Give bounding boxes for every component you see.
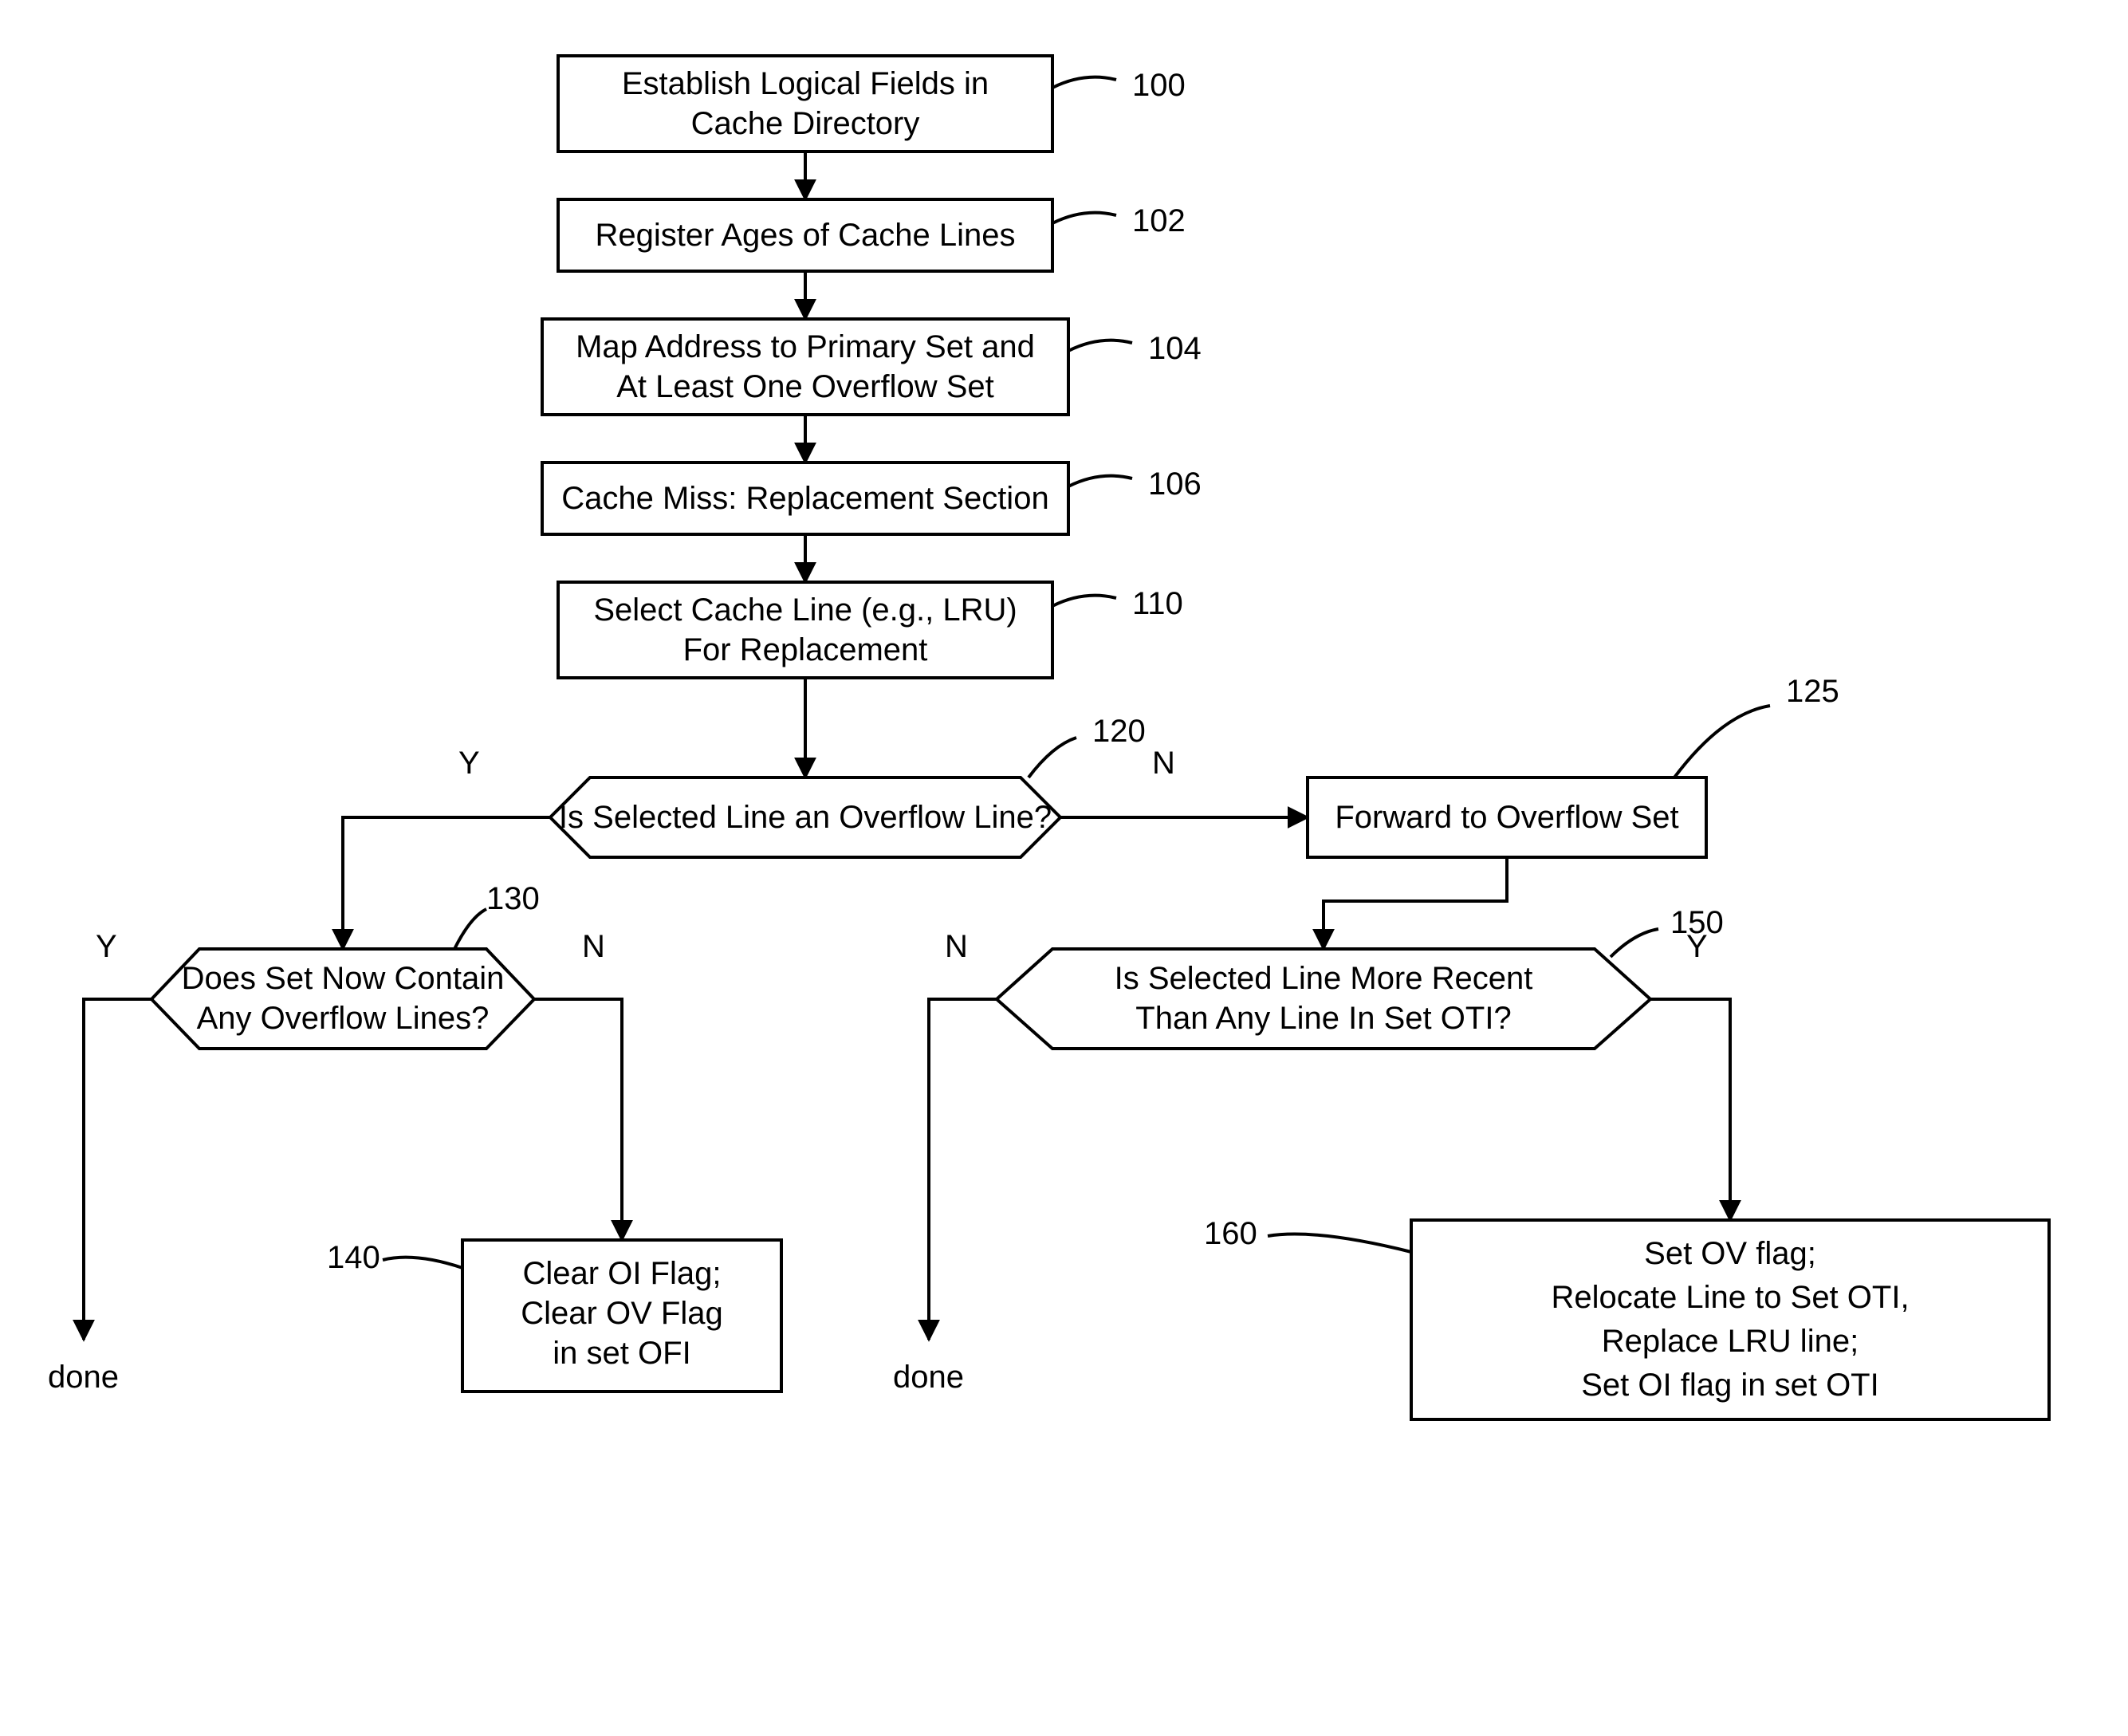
decision-150-l2: Than Any Line In Set OTI? (1135, 1001, 1511, 1036)
box-160-l4: Set OI flag in set OTI (1581, 1368, 1878, 1403)
terminal-done1: done (48, 1360, 119, 1395)
d150-y-label: Y (1686, 929, 1708, 964)
arrow-130-done (84, 999, 151, 1340)
box-104-line1: Map Address to Primary Set and (576, 329, 1035, 364)
ref-lead-125 (1674, 706, 1770, 777)
decision-130-l2: Any Overflow Lines? (197, 1001, 490, 1036)
ref-100: 100 (1132, 68, 1186, 103)
box-140-l3: in set OFI (553, 1336, 690, 1371)
box-100-line2: Cache Directory (691, 106, 920, 141)
ref-lead-140 (383, 1258, 462, 1268)
d130-y-label: Y (96, 929, 117, 964)
d120-n-label: N (1152, 746, 1175, 781)
ref-110: 110 (1132, 586, 1183, 621)
box-140-l1: Clear OI Flag; (523, 1256, 722, 1291)
ref-120: 120 (1092, 714, 1146, 749)
ref-lead-150 (1611, 929, 1658, 957)
arrow-150-done (929, 999, 997, 1340)
ref-lead-110 (1052, 596, 1116, 606)
ref-lead-160 (1268, 1234, 1411, 1253)
ref-160: 160 (1204, 1216, 1257, 1251)
ref-lead-120 (1029, 738, 1076, 777)
ref-104: 104 (1148, 331, 1202, 366)
arrow-150-160 (1650, 999, 1730, 1220)
ref-125: 125 (1786, 674, 1839, 709)
ref-130: 130 (486, 881, 540, 916)
ref-lead-106 (1068, 476, 1132, 486)
ref-lead-100 (1052, 77, 1116, 88)
box-160-l2: Relocate Line to Set OTI, (1551, 1280, 1909, 1315)
box-160-l1: Set OV flag; (1644, 1236, 1816, 1271)
box-140-l2: Clear OV Flag (521, 1296, 722, 1331)
box-160-l3: Replace LRU line; (1602, 1324, 1859, 1359)
decision-150-l1: Is Selected Line More Recent (1115, 961, 1533, 996)
box-102-line1: Register Ages of Cache Lines (596, 218, 1016, 253)
ref-lead-102 (1052, 213, 1116, 223)
ref-140: 140 (327, 1240, 380, 1275)
box-110-line1: Select Cache Line (e.g., LRU) (593, 592, 1017, 628)
box-106-line1: Cache Miss: Replacement Section (561, 481, 1048, 516)
decision-120-text: Is Selected Line an Overflow Line? (559, 800, 1052, 835)
decision-130-l1: Does Set Now Contain (182, 961, 505, 996)
box-104-line2: At Least One Overflow Set (616, 369, 994, 404)
ref-lead-130 (454, 909, 486, 949)
box-100-line1: Establish Logical Fields in (622, 66, 989, 101)
box-110-line2: For Replacement (683, 632, 928, 667)
d150-n-label: N (945, 929, 968, 964)
arrow-125-150 (1324, 857, 1507, 949)
terminal-done2: done (893, 1360, 964, 1395)
d130-n-label: N (582, 929, 605, 964)
ref-106: 106 (1148, 466, 1202, 502)
arrow-130-140 (534, 999, 622, 1240)
box-125-line1: Forward to Overflow Set (1335, 800, 1678, 835)
ref-102: 102 (1132, 203, 1186, 238)
d120-y-label: Y (458, 746, 480, 781)
ref-lead-104 (1068, 341, 1132, 351)
